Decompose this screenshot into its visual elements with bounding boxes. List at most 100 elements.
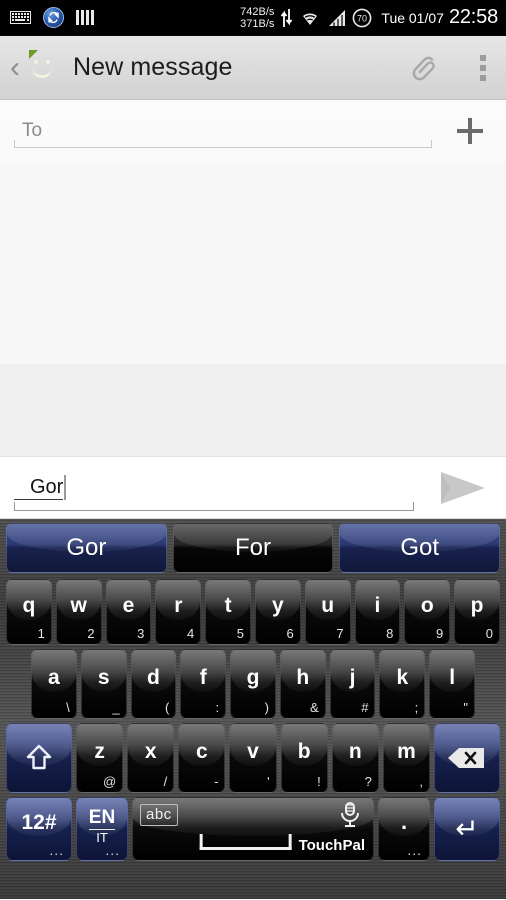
key-j[interactable]: j # [329,649,376,719]
key-b[interactable]: b! [280,723,328,793]
suggestion-2[interactable]: Got [339,523,501,573]
sync-icon [43,7,64,28]
network-rate: 742B/s 371B/s [240,6,274,30]
action-bar: ‹ New message [0,36,506,100]
microphone-icon[interactable] [337,801,363,829]
suggestion-label: Gor [66,534,107,561]
key-sublabel: 9 [435,626,444,641]
svg-text:70: 70 [357,13,367,23]
key-sublabel: 2 [87,626,95,641]
key-label: b [297,740,311,763]
network-rate-up: 371B/s [240,17,275,30]
key-sublabel: 8 [386,626,394,641]
key-k[interactable]: k; [379,649,426,719]
key-n[interactable]: n? [331,723,379,793]
key-sublabel: ' [267,774,270,789]
key-u[interactable]: u7 [304,579,351,645]
space-glyph [199,834,292,850]
recipient-row: To [0,100,506,162]
key-label: z [94,740,105,763]
key-sublabel: ; [414,700,419,715]
key-m[interactable]: m, [382,723,430,793]
key-label: l [449,666,456,689]
key-y[interactable]: y6 [254,579,301,645]
key-s[interactable]: s _ [80,649,127,719]
key-label: o [420,594,434,617]
overflow-menu-icon[interactable] [474,51,492,85]
numeric-symbol-key[interactable]: 12# ... [6,797,72,861]
key-l[interactable]: l " [429,649,476,719]
key-q[interactable]: q1 [6,579,52,645]
key-g[interactable]: g) [230,649,276,719]
period-key[interactable]: . ... [378,797,430,861]
enter-key[interactable]: ↵ [434,797,500,861]
key-t[interactable]: t5 [205,579,251,645]
send-button[interactable] [432,463,494,513]
key-p[interactable]: p0 [454,579,500,645]
key-e[interactable]: e3 [105,579,152,645]
status-bar: 742B/s 371B/s 70 Tue 01/07 22:58 [0,0,506,36]
phone-screen: 742B/s 371B/s 70 Tue 01/07 22:58 ‹ New m… [0,0,506,900]
key-label: f [199,666,207,689]
key-c[interactable]: c- [178,723,226,793]
action-bar-actions [406,49,492,87]
space-key[interactable]: abc TouchPal [132,797,374,861]
key-label: p [470,594,484,617]
suggestion-label: For [235,534,271,561]
key-label: h [296,666,310,689]
back-button[interactable]: ‹ [6,52,23,83]
key-sublabel: _ [112,700,120,715]
message-input[interactable]: Gor [14,467,424,511]
key-sublabel: : [215,700,220,715]
key-label: m [397,740,416,763]
shift-key[interactable] [6,723,72,793]
key-h[interactable]: h & [279,649,326,719]
key-v[interactable]: v ' [229,723,277,793]
key-label: n [348,740,362,763]
status-time: 22:58 [448,6,498,28]
key-sublabel: @ [102,774,117,789]
key-sublabel: , [419,774,423,789]
backspace-key[interactable] [433,723,500,793]
suggestion-1[interactable]: For [172,523,334,573]
input-mode-badge[interactable]: abc [140,804,178,826]
recipient-underline [14,140,432,148]
language-primary-label: EN [88,806,116,828]
keyboard-row-2: a \ s _ d( f: g) h & j # k; l " [3,649,503,719]
suggestion-0[interactable]: Gor [6,523,167,573]
keyboard-icon [10,11,31,24]
recipient-input[interactable]: To [14,112,438,150]
key-w[interactable]: w2 [55,579,102,645]
status-bar-left-icons [10,7,94,28]
attach-icon[interactable] [406,49,444,87]
status-bar-right-icons: 742B/s 371B/s 70 Tue 01/07 22:58 [240,6,498,30]
language-key[interactable]: EN IT ... [76,797,128,861]
key-more-indicator: ... [105,842,120,858]
key-x[interactable]: x / [127,723,175,793]
key-sublabel: ? [364,774,372,789]
message-input-text: Gor [14,475,64,500]
key-label: 12# [21,811,57,834]
key-o[interactable]: o9 [404,579,451,645]
key-sublabel: 5 [236,626,244,641]
key-z[interactable]: z @ [76,723,124,793]
key-sublabel: 1 [37,626,45,641]
key-i[interactable]: i8 [354,579,401,645]
compose-row: Gor [0,457,506,519]
key-more-indicator: ... [407,842,422,858]
messaging-app-icon[interactable] [23,49,61,84]
key-a[interactable]: a \ [31,649,77,719]
key-r[interactable]: r4 [155,579,202,645]
key-sublabel: 6 [286,626,294,641]
key-label: e [122,594,135,617]
touchpal-keyboard: Gor For Got q1 w2 e3 r4 t5 y6 u7 i8 o9 p… [0,519,506,899]
recipient-placeholder: To [22,120,43,141]
add-contact-button[interactable] [448,109,492,153]
key-f[interactable]: f: [180,649,227,719]
key-label: c [196,740,208,763]
key-sublabel: 7 [336,626,344,641]
key-d[interactable]: d( [130,649,177,719]
message-list-lower-panel [0,364,506,457]
key-label: i [374,594,381,617]
key-sublabel: 0 [485,626,493,641]
